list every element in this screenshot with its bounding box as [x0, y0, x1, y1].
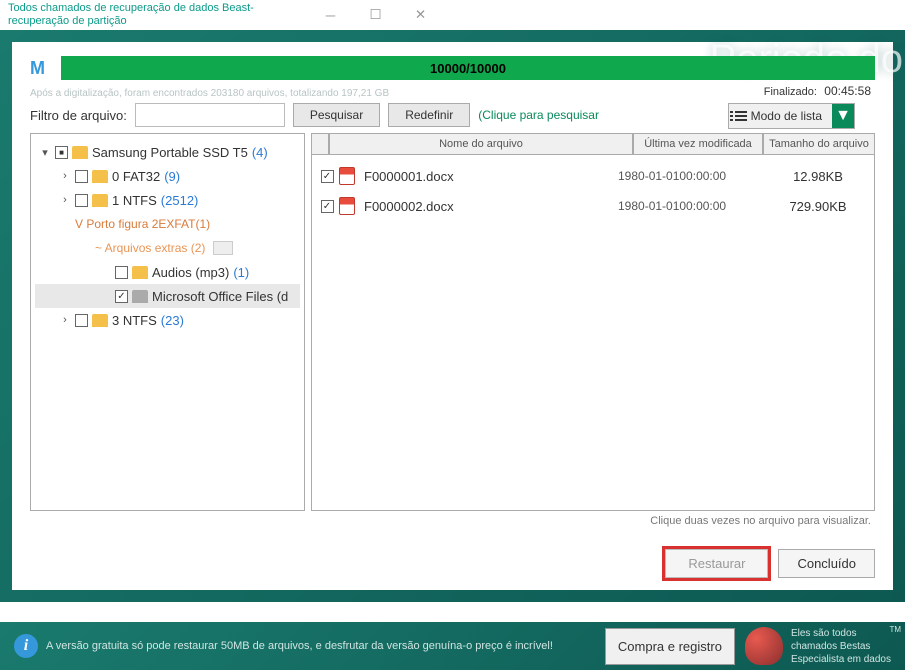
filter-label: Filtro de arquivo: [30, 108, 127, 123]
expand-icon[interactable]: › [59, 314, 71, 326]
outer-frame: Periodo do ia: 05 Finalizado: 00:45:58 M… [0, 30, 905, 602]
elapsed-time: Finalizado: 00:45:58 [764, 84, 871, 98]
elapsed-value: 00:45:58 [824, 84, 871, 98]
file-row[interactable]: F0000002.docx1980-01-0100:00:00729.90KB [312, 191, 874, 221]
list-icon [735, 111, 747, 121]
tree-checkbox[interactable] [55, 146, 68, 159]
inner-panel: Periodo do ia: 05 Finalizado: 00:45:58 M… [12, 42, 893, 590]
tree-checkbox[interactable] [75, 194, 88, 207]
header-size-col[interactable]: Tamanho do arquivo [763, 133, 875, 155]
file-name: F0000002.docx [358, 199, 618, 214]
tree-checkbox[interactable] [75, 170, 88, 183]
file-checkbox[interactable] [321, 200, 334, 213]
tree-checkbox[interactable] [115, 290, 128, 303]
window-title: Todos chamados de recuperação de dados B… [8, 2, 308, 28]
scan-status: Após a digitalização, foram encontrados … [30, 88, 875, 99]
close-button[interactable]: ✕ [398, 1, 443, 29]
folder-icon [92, 194, 108, 207]
tree-label: V Porto figura 2EXFAT(1) [75, 217, 210, 231]
slogan-line-3: Especialista em dados [791, 653, 891, 666]
tree-count: (9) [164, 169, 180, 184]
file-date: 1980-01-0100:00:00 [618, 169, 768, 183]
file-checkbox[interactable] [321, 170, 334, 183]
tree-node[interactable]: ▾ Samsung Portable SSD T5 (4) [35, 140, 300, 164]
file-date: 1980-01-0100:00:00 [618, 199, 768, 213]
tree-node[interactable]: Audios (mp3) (1) [35, 260, 300, 284]
window-controls: ─ ☐ ✕ [308, 1, 443, 29]
minimize-button[interactable]: ─ [308, 1, 353, 29]
tree-label: Microsoft Office Files (d [152, 289, 288, 304]
view-mode-selector[interactable]: Modo de lista ▼ [728, 103, 855, 129]
search-button[interactable]: Pesquisar [293, 103, 380, 127]
tree-count: (2512) [161, 193, 199, 208]
file-row[interactable]: F0000001.docx1980-01-0100:00:0012.98KB [312, 161, 874, 191]
tree-label: Samsung Portable SSD T5 [92, 145, 248, 160]
tree-node[interactable]: V Porto figura 2EXFAT(1) [35, 212, 300, 236]
done-button[interactable]: Concluído [778, 549, 875, 578]
tm-mark: TM [889, 625, 901, 635]
dblclick-hint: Clique duas vezes no arquivo para visual… [30, 515, 875, 527]
m-label: M [30, 58, 45, 79]
filter-input[interactable] [135, 103, 285, 127]
tree-node[interactable]: ~ Arquivos extras (2) [35, 236, 300, 260]
tree-checkbox[interactable] [75, 314, 88, 327]
progress-row: M 10000/10000 [30, 54, 875, 82]
tree-node[interactable]: › 1 NTFS (2512) [35, 188, 300, 212]
filter-row: Filtro de arquivo: Pesquisar Redefinir (… [30, 103, 875, 127]
tree-count: (1) [233, 265, 249, 280]
footer-slogan: TM Eles são todos chamados Bestas Especi… [791, 627, 891, 666]
header-name-col[interactable]: Nome do arquivo [329, 133, 633, 155]
reset-button[interactable]: Redefinir [388, 103, 470, 127]
view-mode-dropdown[interactable]: ▼ [832, 104, 854, 128]
file-list: F0000001.docx1980-01-0100:00:0012.98KBF0… [311, 155, 875, 511]
folder-icon [92, 314, 108, 327]
folder-icon [72, 146, 88, 159]
tree-count: (23) [161, 313, 184, 328]
tree-node[interactable]: Microsoft Office Files (d [35, 284, 300, 308]
tree-node[interactable]: › 0 FAT32 (9) [35, 164, 300, 188]
file-name: F0000001.docx [358, 169, 618, 184]
restore-button[interactable]: Restaurar [665, 549, 768, 578]
file-header: Nome do arquivo Última vez modificada Ta… [311, 133, 875, 155]
tree-label: ~ Arquivos extras (2) [95, 241, 205, 255]
file-size: 729.90KB [768, 199, 868, 214]
buy-register-button[interactable]: Compra e registro [605, 628, 735, 665]
maximize-button[interactable]: ☐ [353, 1, 398, 29]
slogan-line-1: Eles são todos [791, 627, 891, 640]
titlebar: Todos chamados de recuperação de dados B… [0, 0, 905, 30]
tree-node[interactable]: › 3 NTFS (23) [35, 308, 300, 332]
expand-icon[interactable]: › [59, 170, 71, 182]
tree-label: 0 FAT32 [112, 169, 160, 184]
progress-text: 10000/10000 [430, 61, 506, 76]
docx-icon [339, 197, 355, 215]
preview-thumb [213, 241, 233, 255]
docx-icon [339, 167, 355, 185]
expand-icon[interactable]: ▾ [39, 146, 51, 159]
header-check-col [311, 133, 329, 155]
tree-checkbox[interactable] [115, 266, 128, 279]
mascot-icon [745, 627, 783, 665]
elapsed-label: Finalizado: [764, 86, 817, 98]
info-icon: i [14, 634, 38, 658]
main-area: ▾ Samsung Portable SSD T5 (4) › 0 FAT32 (9)… [30, 133, 875, 511]
tree-label: Audios (mp3) [152, 265, 229, 280]
tree-panel: ▾ Samsung Portable SSD T5 (4) › 0 FAT32 (9)… [30, 133, 305, 511]
folder-icon [132, 290, 148, 303]
search-hint: (Clique para pesquisar [478, 108, 599, 122]
footer-text: A versão gratuita só pode restaurar 50MB… [46, 640, 605, 652]
folder-icon [132, 266, 148, 279]
footer: i A versão gratuita só pode restaurar 50… [0, 622, 905, 670]
tree-count: (4) [252, 145, 268, 160]
tree-label: 3 NTFS [112, 313, 157, 328]
file-panel: Nome do arquivo Última vez modificada Ta… [311, 133, 875, 511]
expand-icon[interactable]: › [59, 194, 71, 206]
folder-icon [92, 170, 108, 183]
progress-bar: 10000/10000 [61, 56, 875, 80]
view-mode-label: Modo de lista [751, 109, 822, 123]
tree-label: 1 NTFS [112, 193, 157, 208]
file-size: 12.98KB [768, 169, 868, 184]
slogan-line-2: chamados Bestas [791, 640, 891, 653]
header-date-col[interactable]: Última vez modificada [633, 133, 763, 155]
action-row: Restaurar Concluído [665, 549, 875, 578]
